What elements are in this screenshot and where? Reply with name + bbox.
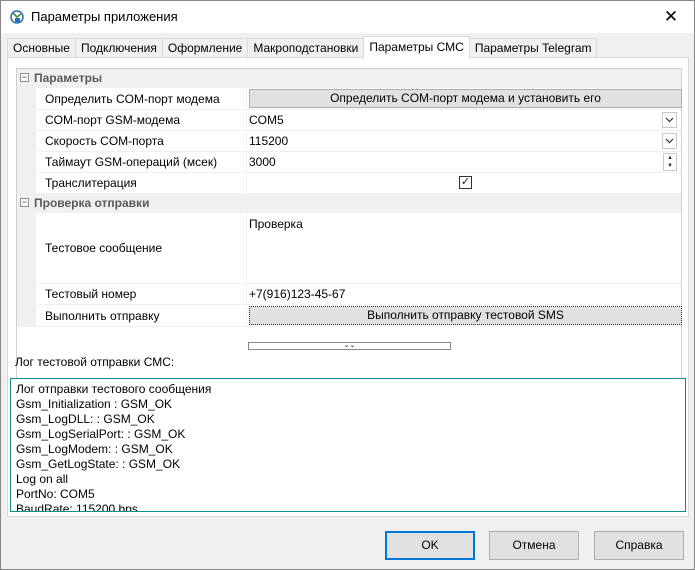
prop-test-message[interactable]: Тестовое сообщение Проверка: [17, 213, 681, 284]
prop-name: Выполнить отправку: [45, 308, 160, 323]
column-divider: [246, 110, 247, 130]
row-gutter: [17, 131, 36, 151]
column-divider: [246, 88, 247, 109]
test-message-value[interactable]: Проверка: [249, 213, 303, 283]
row-gutter: [17, 88, 36, 109]
spin-down-icon[interactable]: ▼: [664, 162, 676, 170]
prop-timeout[interactable]: Таймаут GSM-операций (мсек) 3000 ▲ ▼: [17, 152, 681, 173]
close-button[interactable]: ✕: [648, 1, 694, 32]
log-line: Gsm_Initialization : GSM_OK: [16, 397, 173, 411]
property-grid: − Параметры Определить COM-порт модема О…: [16, 68, 682, 381]
column-divider: [246, 213, 247, 283]
ok-button[interactable]: OK: [385, 531, 475, 560]
tab-general[interactable]: Основные: [7, 38, 76, 58]
transliteration-checkbox[interactable]: ✓: [459, 176, 472, 189]
prop-do-send: Выполнить отправку Выполнить отправку те…: [17, 305, 682, 327]
tab-macros[interactable]: Макроподстановки: [247, 38, 365, 58]
send-test-sms-button[interactable]: Выполнить отправку тестовой SMS: [249, 306, 682, 325]
log-textbox[interactable]: Лог отправки тестового сообщения Gsm_Ini…: [10, 378, 686, 512]
timeout-value[interactable]: 3000: [249, 152, 276, 172]
tab-strip: Основные Подключения Оформление Макропод…: [7, 36, 598, 59]
prop-detect-port: Определить COM-порт модема Определить CO…: [17, 88, 682, 110]
category-label: Параметры: [34, 71, 103, 85]
title-bar: Параметры приложения ✕: [1, 1, 694, 33]
test-number-value[interactable]: +7(916)123-45-67: [249, 284, 345, 304]
column-divider: [246, 305, 247, 326]
chevron-down-icon[interactable]: [662, 133, 677, 149]
prop-name: Транслитерация: [45, 176, 137, 190]
spin-updown-icon[interactable]: ▲ ▼: [663, 153, 677, 171]
window-title: Параметры приложения: [31, 9, 178, 24]
row-gutter: [17, 110, 36, 130]
column-divider: [246, 173, 247, 193]
prop-name: Таймаут GSM-операций (мсек): [45, 155, 218, 169]
tab-connections[interactable]: Подключения: [74, 38, 163, 58]
spin-up-icon[interactable]: ▲: [664, 154, 676, 162]
collapse-icon[interactable]: −: [20, 73, 29, 82]
prop-transliteration: Транслитерация ✓: [17, 173, 681, 194]
log-line: Gsm_LogDLL: : GSM_OK: [16, 412, 155, 426]
com-port-value[interactable]: COM5: [249, 110, 284, 130]
column-divider: [246, 131, 247, 151]
prop-name: Определить COM-порт модема: [45, 91, 220, 106]
log-label: Лог тестовой отправки СМС:: [15, 355, 175, 369]
prop-test-number[interactable]: Тестовый номер +7(916)123-45-67: [17, 284, 681, 305]
tab-page-sms: − Параметры Определить COM-порт модема О…: [7, 57, 689, 517]
log-line: Gsm_LogModem: : GSM_OK: [16, 442, 173, 456]
row-gutter: [17, 213, 36, 283]
help-button[interactable]: Справка: [594, 531, 684, 560]
tab-appearance[interactable]: Оформление: [161, 38, 249, 58]
dialog-window: Параметры приложения ✕ Основные Подключе…: [0, 0, 695, 570]
log-line: PortNo: COM5: [16, 487, 95, 501]
row-gutter: [17, 152, 36, 172]
row-gutter: [17, 284, 36, 304]
category-label: Проверка отправки: [34, 196, 150, 210]
row-gutter: [17, 173, 36, 193]
chevron-down-icon[interactable]: [662, 112, 677, 128]
log-line: Лог отправки тестового сообщения: [16, 382, 212, 396]
prop-name: Скорость COM-порта: [45, 134, 164, 148]
cancel-button[interactable]: Отмена: [489, 531, 579, 560]
column-divider: [246, 152, 247, 172]
tab-sms-settings[interactable]: Параметры СМС: [363, 36, 470, 59]
prop-com-port[interactable]: COM-порт GSM-модема COM5: [17, 110, 681, 131]
close-icon: ✕: [663, 6, 679, 26]
splitter-grip-icon[interactable]: ⌄⌄: [248, 342, 451, 350]
prop-com-speed[interactable]: Скорость COM-порта 115200: [17, 131, 681, 152]
category-parameters[interactable]: − Параметры: [17, 69, 681, 88]
prop-name: COM-порт GSM-модема: [45, 113, 180, 127]
detect-port-button[interactable]: Определить COM-порт модема и установить …: [249, 89, 682, 108]
row-gutter: [17, 305, 36, 326]
log-line: Gsm_LogSerialPort: : GSM_OK: [16, 427, 186, 441]
category-send-check[interactable]: − Проверка отправки: [17, 194, 681, 213]
prop-name: Тестовое сообщение: [45, 241, 163, 255]
log-line: BaudRate: 115200 bps: [16, 502, 138, 512]
log-line: Log on all: [16, 472, 69, 486]
com-speed-value[interactable]: 115200: [249, 131, 288, 151]
prop-name: Тестовый номер: [45, 287, 137, 301]
log-line: Gsm_GetLogState: : GSM_OK: [16, 457, 181, 471]
collapse-icon[interactable]: −: [20, 198, 29, 207]
app-icon: [9, 9, 25, 25]
column-divider: [246, 284, 247, 304]
tab-telegram-settings[interactable]: Параметры Telegram: [468, 38, 598, 58]
